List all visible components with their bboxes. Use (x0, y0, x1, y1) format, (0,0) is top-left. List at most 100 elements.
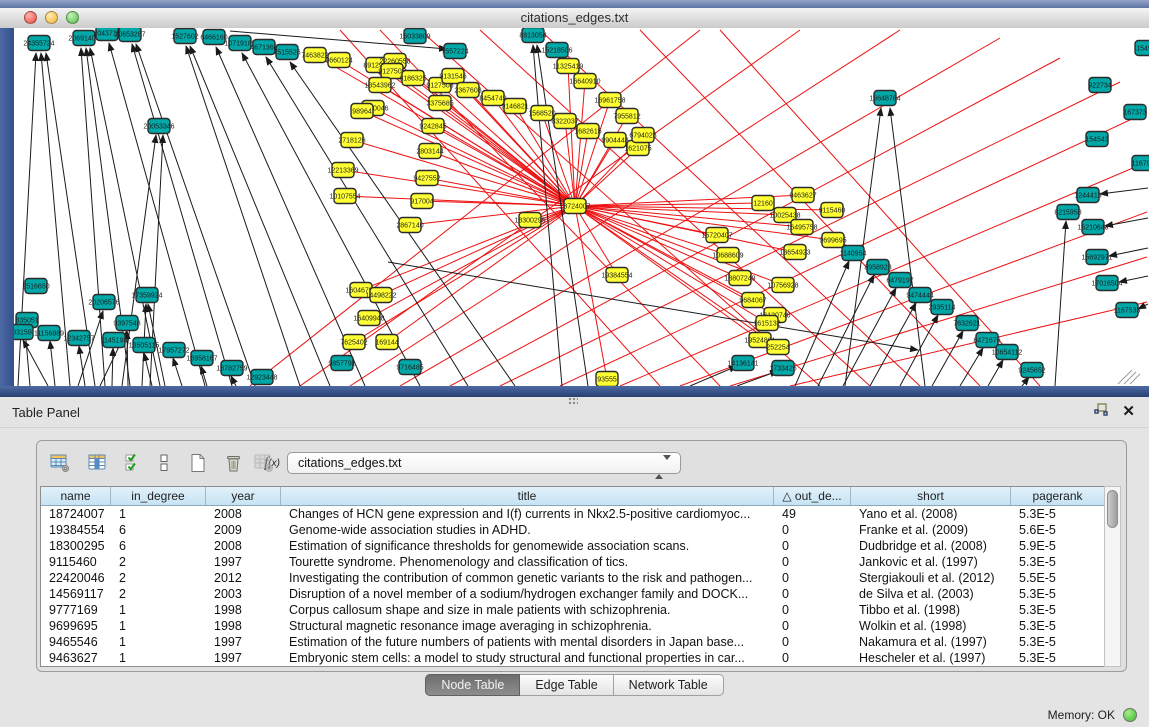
graph-node[interactable]: 12923448 (246, 370, 277, 385)
graph-node[interactable]: 8186325 (399, 71, 426, 86)
graph-node[interactable]: 19384554 (601, 268, 632, 283)
graph-node[interactable]: 16033809 (399, 29, 430, 44)
splitter-handle-icon[interactable] (568, 397, 578, 405)
graph-node[interactable]: 15692971 (1081, 250, 1112, 265)
graph-node[interactable]: 9146821 (501, 99, 528, 114)
graph-node[interactable]: 93159 (11, 325, 33, 340)
graph-node[interactable]: 8813054 (519, 28, 546, 43)
graph-node[interactable]: 922734 (1088, 78, 1111, 93)
graph-node[interactable]: 9427552 (413, 171, 440, 186)
graph-node[interactable]: 917004 (410, 194, 433, 209)
graph-node[interactable]: 1244413 (1074, 188, 1101, 203)
graph-node[interactable]: 1682615 (574, 124, 601, 139)
resize-grip-icon[interactable] (1118, 370, 1132, 384)
network-window-titlebar[interactable]: citations_edges.txt (0, 8, 1149, 29)
graph-node[interactable]: 1527602 (171, 29, 198, 44)
graph-node[interactable]: 17957272 (158, 343, 189, 358)
table-row[interactable]: 1830029562008Estimation of significance … (41, 538, 1105, 554)
graph-node[interactable]: 9699695 (819, 233, 846, 248)
graph-node[interactable]: 9684067 (739, 293, 766, 308)
graph-node[interactable]: 7632621 (953, 316, 980, 331)
row-height-icon[interactable] (151, 451, 177, 475)
table-row[interactable]: 1872400712008Changes of HCN gene express… (41, 506, 1105, 522)
table-row[interactable]: 946362711997Embryonic stem cells: a mode… (41, 650, 1105, 666)
graph-node[interactable]: 9115460 (819, 203, 846, 218)
delete-rows-icon[interactable] (220, 451, 246, 475)
column-header-out_de[interactable]: △ out_de... (774, 487, 851, 505)
graph-node[interactable]: 16782759 (216, 361, 247, 376)
table-row[interactable]: 1456911722003Disruption of a novel membe… (41, 586, 1105, 602)
column-header-name[interactable]: name (41, 487, 111, 505)
column-header-title[interactable]: title (281, 487, 774, 505)
graph-node[interactable]: 14136141 (727, 356, 758, 371)
graph-node[interactable]: 13654923 (779, 245, 810, 260)
graph-node[interactable]: 24355724 (23, 36, 54, 51)
tab-node-table[interactable]: Node Table (425, 674, 520, 696)
table-row[interactable]: 977716911998Corpus callosum shape and si… (41, 602, 1105, 618)
graph-node[interactable]: 1615132 (753, 316, 780, 331)
graph-node[interactable]: 16409948 (353, 311, 384, 326)
table-selector-dropdown[interactable]: citations_edges.txt (287, 452, 681, 474)
graph-node[interactable]: 14498222 (365, 288, 396, 303)
graph-node[interactable]: 2803144 (416, 144, 443, 159)
table-row[interactable]: 946554611997Estimation of the future num… (41, 634, 1105, 650)
close-window-button[interactable] (24, 11, 37, 24)
graph-node[interactable]: 169144 (375, 335, 398, 350)
graph-node[interactable]: 2718126 (338, 133, 365, 148)
graph-node[interactable]: 10107554 (329, 189, 360, 204)
graph-node[interactable]: 18807249 (724, 271, 755, 286)
graph-node[interactable]: 12213369 (327, 163, 358, 178)
table-row[interactable]: 2242004622012Investigating the contribut… (41, 570, 1105, 586)
graph-node[interactable]: 1145194 (101, 333, 128, 348)
graph-node[interactable]: 10653287 (114, 28, 145, 42)
resize-grip-icon[interactable] (1124, 372, 1136, 384)
graph-node[interactable]: 7955812 (613, 109, 640, 124)
graph-node[interactable]: 15498 (1135, 41, 1149, 56)
graph-node[interactable]: 16958167 (186, 351, 217, 366)
graph-node[interactable]: 2867140 (396, 218, 423, 233)
graph-node[interactable]: 167373 (1123, 105, 1146, 120)
graph-node[interactable]: 98964 (351, 104, 373, 119)
graph-node[interactable]: 15218506 (541, 43, 572, 58)
scrollbar-thumb[interactable] (1107, 490, 1118, 528)
graph-node[interactable]: 6479197 (886, 273, 913, 288)
graph-node[interactable]: 18543962 (364, 78, 395, 93)
float-panel-icon[interactable] (1094, 403, 1108, 421)
graph-node[interactable]: 1167533 (1114, 303, 1141, 318)
graph-node[interactable]: 154543 (1085, 132, 1108, 147)
graph-node[interactable]: 11325419 (553, 59, 584, 74)
graph-node[interactable]: 15720407 (701, 228, 732, 243)
tab-edge-table[interactable]: Edge Table (520, 674, 613, 696)
table-settings-icon[interactable] (47, 451, 73, 475)
minimize-window-button[interactable] (45, 11, 58, 24)
column-header-year[interactable]: year (206, 487, 281, 505)
graph-node[interactable]: 252254 (766, 340, 789, 355)
graph-node[interactable]: 18300295 (514, 213, 545, 228)
graph-node[interactable]: 20206576 (88, 295, 119, 310)
graph-node[interactable]: 2516650 (22, 279, 49, 294)
select-rows-icon[interactable] (121, 451, 147, 475)
graph-node[interactable]: 9242845 (419, 119, 446, 134)
graph-node[interactable]: 12160 (752, 196, 774, 211)
resize-grip-icon[interactable] (1130, 374, 1140, 384)
graph-node[interactable]: 2935114 (929, 300, 956, 315)
graph-node[interactable]: 16640910 (569, 74, 600, 89)
graph-node[interactable]: 1733426 (769, 361, 796, 376)
graph-node[interactable]: 18724007 (559, 199, 590, 214)
table-row[interactable]: 1938455462009Genome-wide association stu… (41, 522, 1105, 538)
graph-node[interactable]: 8215958 (1054, 205, 1081, 220)
graph-node[interactable]: 9716485 (396, 360, 423, 375)
graph-node[interactable]: 9474444 (906, 288, 933, 303)
graph-node[interactable]: 17359924 (131, 288, 162, 303)
graph-node[interactable]: 8322037 (551, 114, 578, 129)
graph-node[interactable]: 13505115 (129, 338, 160, 353)
graph-node[interactable]: 16961758 (594, 93, 625, 108)
close-panel-icon[interactable]: ✕ (1122, 404, 1135, 420)
tab-network-table[interactable]: Network Table (614, 674, 724, 696)
graph-node[interactable]: 7625402 (340, 335, 367, 350)
graph-node[interactable]: 11156889 (34, 326, 64, 341)
graph-node[interactable]: 10654112 (992, 345, 1023, 360)
delete-table-icon[interactable] (251, 451, 277, 475)
graph-node[interactable]: 9660124 (325, 53, 352, 68)
graph-node[interactable]: 9463627 (789, 188, 816, 203)
